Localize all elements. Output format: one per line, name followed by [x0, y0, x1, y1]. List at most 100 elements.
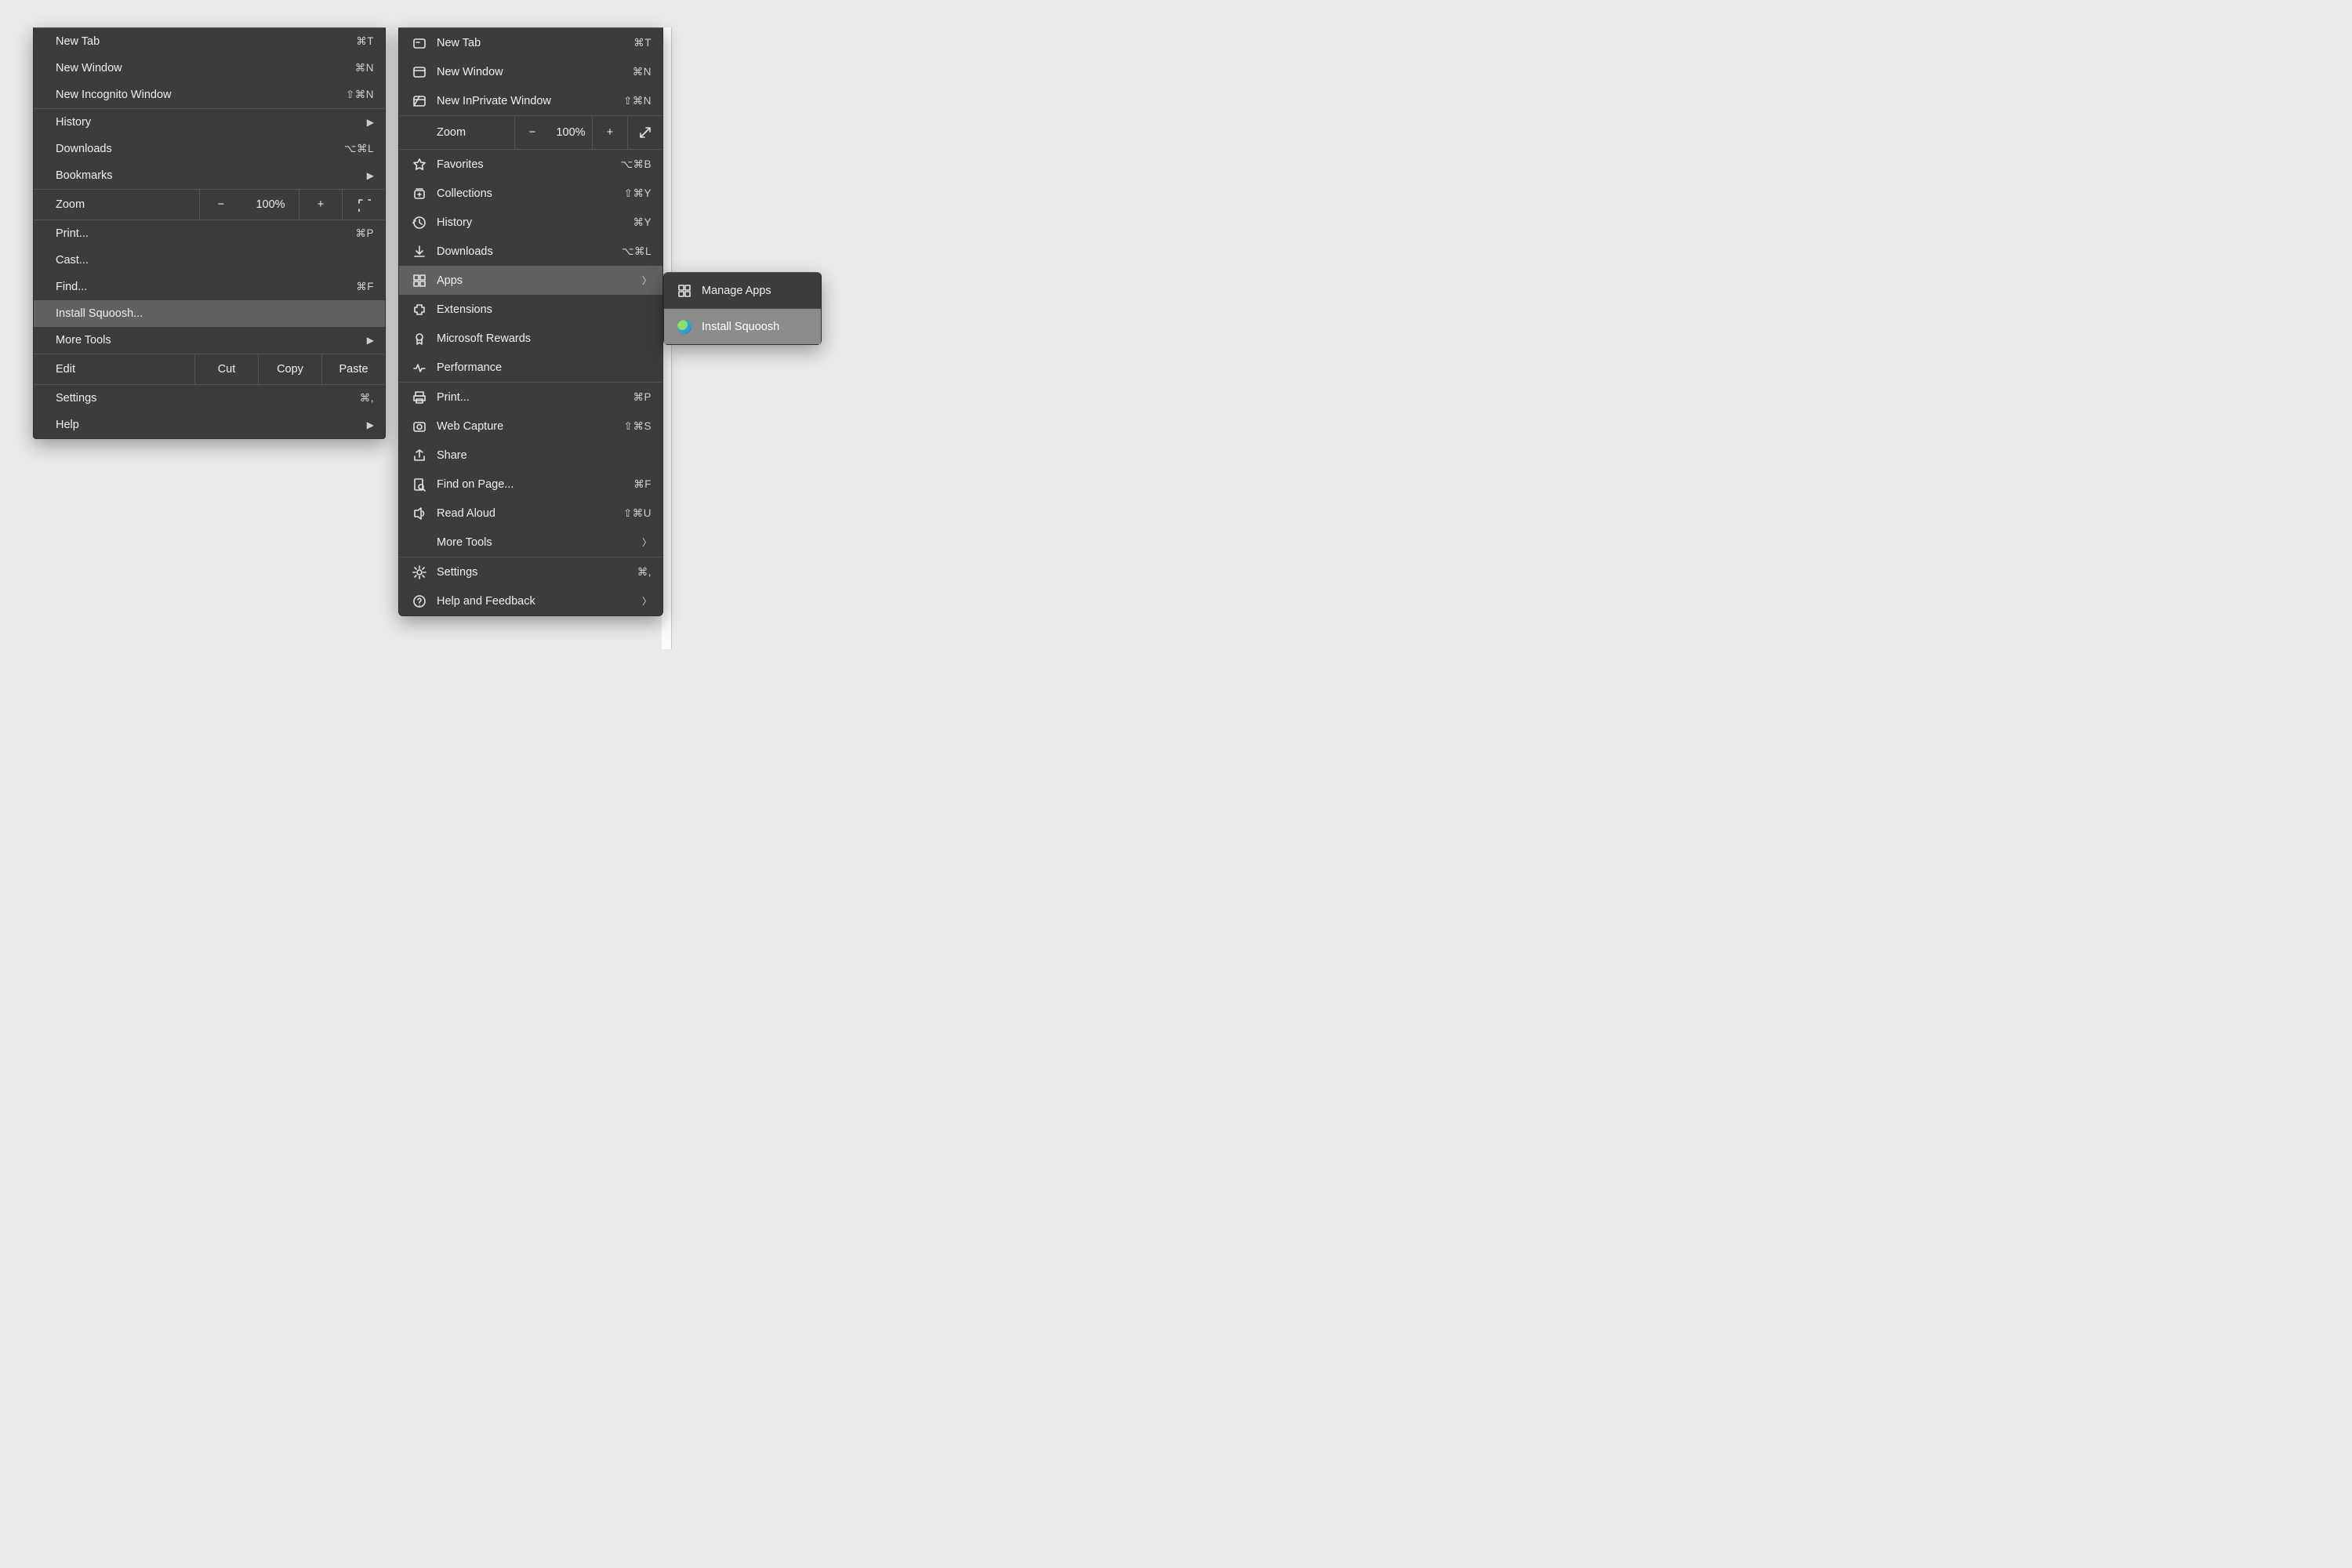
paste-button[interactable]: Paste	[321, 354, 385, 384]
menu-new-inprivate[interactable]: New InPrivate Window ⇧⌘N	[399, 86, 662, 115]
menu-print[interactable]: Print... ⌘P	[399, 383, 662, 412]
menu-read-aloud[interactable]: Read Aloud ⇧⌘U	[399, 499, 662, 528]
label: More Tools	[437, 536, 642, 549]
menu-new-window[interactable]: New Window ⌘N	[399, 57, 662, 86]
shortcut: ⌘,	[637, 566, 652, 579]
menu-bookmarks[interactable]: Bookmarks ▶	[34, 162, 385, 189]
shortcut: ⌥⌘B	[620, 158, 652, 171]
zoom-label: Zoom	[34, 198, 199, 211]
zoom-in-button[interactable]: +	[592, 116, 627, 149]
label: Share	[437, 449, 652, 462]
label: Print...	[56, 227, 355, 240]
menu-settings[interactable]: Settings ⌘,	[34, 385, 385, 412]
shortcut: ⌥⌘L	[622, 245, 652, 258]
shortcut: ⌘T	[356, 35, 374, 48]
apps-icon	[675, 284, 694, 298]
zoom-in-button[interactable]: +	[299, 190, 342, 220]
history-icon	[410, 216, 429, 230]
menu-find[interactable]: Find... ⌘F	[34, 274, 385, 300]
zoom-row: Zoom − 100% +	[34, 189, 385, 220]
cut-button[interactable]: Cut	[194, 354, 258, 384]
menu-new-window[interactable]: New Window ⌘N	[34, 55, 385, 82]
menu-apps[interactable]: Apps 〉	[399, 266, 662, 295]
label: Performance	[437, 361, 652, 374]
label: Settings	[437, 566, 637, 579]
menu-share[interactable]: Share	[399, 441, 662, 470]
menu-new-tab[interactable]: New Tab ⌘T	[34, 28, 385, 55]
menu-cast[interactable]: Cast...	[34, 247, 385, 274]
shortcut: ⌥⌘L	[344, 143, 374, 155]
edge-apps-submenu: Manage Apps Install Squoosh	[663, 272, 822, 345]
squoosh-icon	[675, 320, 694, 334]
star-icon	[410, 158, 429, 172]
label: Apps	[437, 274, 642, 287]
zoom-out-button[interactable]: −	[514, 116, 550, 149]
shortcut: ⇧⌘S	[624, 420, 652, 433]
expand-icon	[638, 125, 652, 140]
menu-settings[interactable]: Settings ⌘,	[399, 557, 662, 586]
label: Downloads	[56, 143, 344, 155]
label: Help	[56, 419, 367, 431]
label: Extensions	[437, 303, 652, 316]
menu-extensions[interactable]: Extensions	[399, 295, 662, 324]
menu-favorites[interactable]: Favorites ⌥⌘B	[399, 150, 662, 179]
label: Collections	[437, 187, 624, 200]
fullscreen-button[interactable]	[627, 116, 662, 149]
read-aloud-icon	[410, 506, 429, 521]
shortcut: ⌘P	[355, 227, 374, 240]
edit-label: Edit	[34, 354, 194, 384]
capture-icon	[410, 419, 429, 434]
label: Downloads	[437, 245, 622, 258]
menu-history[interactable]: History ▶	[34, 109, 385, 136]
label: Manage Apps	[702, 285, 810, 297]
chevron-right-icon: ▶	[367, 117, 374, 128]
menu-downloads[interactable]: Downloads ⌥⌘L	[399, 237, 662, 266]
label: New Tab	[437, 37, 633, 49]
chevron-right-icon: 〉	[642, 274, 652, 287]
label: Install Squoosh	[702, 321, 810, 333]
zoom-out-button[interactable]: −	[199, 190, 242, 220]
fullscreen-button[interactable]	[342, 190, 385, 220]
menu-new-tab[interactable]: New Tab ⌘T	[399, 28, 662, 57]
shortcut: ⌘P	[633, 391, 652, 404]
shortcut: ⇧⌘N	[346, 89, 374, 101]
menu-web-capture[interactable]: Web Capture ⇧⌘S	[399, 412, 662, 441]
label: Microsoft Rewards	[437, 332, 652, 345]
menu-collections[interactable]: Collections ⇧⌘Y	[399, 179, 662, 208]
label: Find on Page...	[437, 478, 633, 491]
menu-more-tools[interactable]: More Tools ▶	[34, 327, 385, 354]
chrome-menu: New Tab ⌘T New Window ⌘N New Incognito W…	[33, 27, 386, 439]
shortcut: ⌘T	[633, 37, 652, 49]
menu-new-incognito[interactable]: New Incognito Window ⇧⌘N	[34, 82, 385, 108]
menu-print[interactable]: Print... ⌘P	[34, 220, 385, 247]
copy-button[interactable]: Copy	[258, 354, 321, 384]
edit-row: Edit Cut Copy Paste	[34, 354, 385, 385]
new-tab-icon	[410, 36, 429, 50]
menu-more-tools[interactable]: More Tools 〉	[399, 528, 662, 557]
label: Favorites	[437, 158, 620, 171]
menu-install-squoosh[interactable]: Install Squoosh	[664, 309, 821, 344]
menu-rewards[interactable]: Microsoft Rewards	[399, 324, 662, 353]
inprivate-icon	[410, 94, 429, 108]
chevron-right-icon: 〉	[642, 535, 652, 549]
label: Find...	[56, 281, 356, 293]
chevron-right-icon: ▶	[367, 335, 374, 346]
download-icon	[410, 245, 429, 259]
label: New Window	[56, 62, 355, 74]
shortcut: ⌘F	[356, 281, 374, 293]
collections-icon	[410, 187, 429, 201]
menu-find-on-page[interactable]: Find on Page... ⌘F	[399, 470, 662, 499]
shortcut: ⇧⌘N	[623, 95, 652, 107]
zoom-label: Zoom	[437, 126, 514, 139]
window-icon	[410, 65, 429, 79]
menu-performance[interactable]: Performance	[399, 353, 662, 382]
menu-manage-apps[interactable]: Manage Apps	[664, 273, 821, 308]
menu-install-squoosh[interactable]: Install Squoosh...	[34, 300, 385, 327]
label: Web Capture	[437, 420, 624, 433]
menu-help-feedback[interactable]: Help and Feedback 〉	[399, 586, 662, 615]
menu-history[interactable]: History ⌘Y	[399, 208, 662, 237]
label: History	[437, 216, 633, 229]
label: New InPrivate Window	[437, 95, 623, 107]
menu-downloads[interactable]: Downloads ⌥⌘L	[34, 136, 385, 162]
menu-help[interactable]: Help ▶	[34, 412, 385, 438]
